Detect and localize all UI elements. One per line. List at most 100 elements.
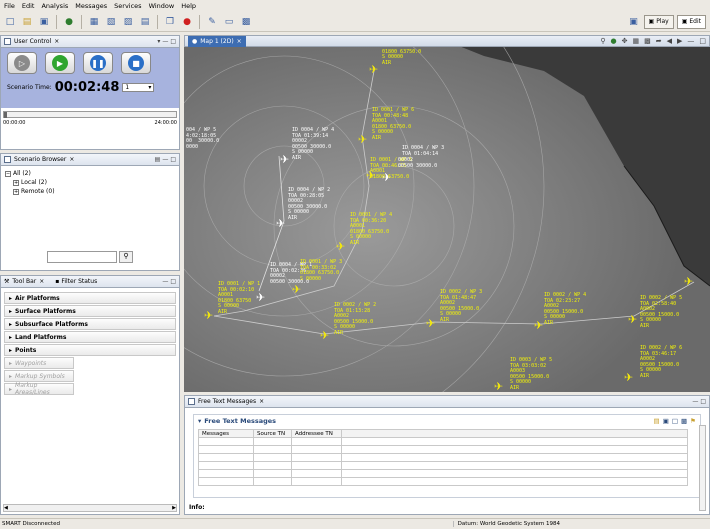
back-icon[interactable]: ◀ xyxy=(667,37,672,45)
close-icon[interactable]: × xyxy=(39,278,44,285)
table-row[interactable] xyxy=(198,477,688,486)
close-icon[interactable]: × xyxy=(259,398,264,405)
stop-button[interactable]: ■ xyxy=(121,52,151,74)
filter-status-tab[interactable]: ▪ Filter Status xyxy=(55,278,97,285)
toolbar-tab[interactable]: ⚒ Tool Bar × xyxy=(4,278,44,285)
menu-edit[interactable]: Edit xyxy=(22,2,35,10)
play-perspective-button[interactable]: ▣ Play xyxy=(643,14,674,29)
palette-subsurface-platforms[interactable]: ▸ Subsurface Platforms xyxy=(4,318,176,330)
aircraft-icon[interactable]: ✈ xyxy=(336,241,345,252)
open-perspective-icon[interactable]: ▣ xyxy=(627,15,641,29)
close-icon[interactable]: × xyxy=(54,38,59,45)
zoom-icon[interactable]: ⚲ xyxy=(600,37,605,45)
minimize-icon[interactable]: — xyxy=(162,156,168,163)
maximize-icon[interactable]: □ xyxy=(170,156,176,163)
minimize-icon[interactable]: — xyxy=(687,37,694,45)
flag-icon[interactable]: ⚑ xyxy=(690,417,696,425)
search-button[interactable]: ⚲ xyxy=(119,251,133,263)
horizontal-scrollbar[interactable]: ◀ ▶ xyxy=(3,504,177,512)
scroll-right-icon[interactable]: ▶ xyxy=(172,505,176,511)
vertical-scrollbar[interactable] xyxy=(699,425,706,511)
new-message-icon[interactable]: □ xyxy=(672,417,678,425)
menu-help[interactable]: Help xyxy=(181,2,196,10)
view-menu-icon[interactable]: ▾ xyxy=(157,38,160,45)
play-button[interactable]: ▶ xyxy=(45,52,75,74)
grid-icon[interactable]: ▦ xyxy=(87,15,101,29)
maximize-icon[interactable]: □ xyxy=(170,278,176,285)
pause-button[interactable]: ❚❚ xyxy=(83,52,113,74)
table-row[interactable] xyxy=(198,461,688,470)
maximize-icon[interactable]: □ xyxy=(700,398,706,405)
palette-land-platforms[interactable]: ▸ Land Platforms xyxy=(4,331,176,343)
record-icon[interactable]: ● xyxy=(180,15,194,29)
aircraft-icon[interactable]: ✈ xyxy=(534,320,543,331)
messages-tab[interactable]: Free Text Messages × — □ xyxy=(185,396,709,408)
menu-services[interactable]: Services xyxy=(114,2,141,10)
map-canvas[interactable]: ✈ ✈ ✈ ✈ ✈ ✈ ✈ ✈ ✈ ✈ ✈ ✈ ✈ ✈ ✈ ✈ ✈ A0001 … xyxy=(184,36,710,392)
rewind-button[interactable]: ▷ xyxy=(7,52,37,74)
save-icon[interactable]: ▣ xyxy=(37,15,51,29)
palette-air-platforms[interactable]: ▸ Air Platforms xyxy=(4,292,176,304)
speed-select[interactable]: 1 ▾ xyxy=(122,83,155,92)
save-icon[interactable]: ▣ xyxy=(663,417,669,425)
minimize-icon[interactable]: — xyxy=(162,278,168,285)
layers-icon[interactable]: ▨ xyxy=(121,15,135,29)
aircraft-icon[interactable]: ✈ xyxy=(624,372,633,383)
column-header[interactable]: Messages xyxy=(198,429,254,438)
new-file-icon[interactable]: □ xyxy=(3,15,17,29)
maximize-icon[interactable]: □ xyxy=(170,38,176,45)
aircraft-icon[interactable]: ✈ xyxy=(280,154,289,165)
expand-icon[interactable]: + xyxy=(13,179,19,186)
menu-window[interactable]: Window xyxy=(149,2,175,10)
menu-messages[interactable]: Messages xyxy=(75,2,107,10)
scroll-left-icon[interactable]: ◀ xyxy=(4,505,8,511)
aircraft-icon[interactable]: ✈ xyxy=(684,276,693,287)
palette-points[interactable]: ▸ Points xyxy=(4,344,176,356)
layers-icon[interactable]: ▦ xyxy=(632,37,639,45)
tree-item-remote[interactable]: + Remote (0) xyxy=(5,187,175,196)
collapse-icon[interactable]: − xyxy=(5,170,11,177)
collapse-all-icon[interactable]: ▤ xyxy=(155,156,161,163)
aircraft-icon[interactable]: ✈ xyxy=(369,64,378,75)
pan-icon[interactable]: ✥ xyxy=(622,37,628,45)
layout-icon[interactable]: ▧ xyxy=(104,15,118,29)
close-icon[interactable]: × xyxy=(237,38,242,45)
aircraft-icon[interactable]: ✈ xyxy=(292,284,301,295)
table-row[interactable] xyxy=(198,453,688,462)
globe-tool-icon[interactable]: ● xyxy=(610,37,616,45)
tree-item-all[interactable]: − All (2) xyxy=(5,169,175,178)
forward-icon[interactable]: ▶ xyxy=(677,37,682,45)
column-header[interactable]: Source TN xyxy=(253,429,292,438)
table-icon[interactable]: ▤ xyxy=(138,15,152,29)
open-folder-icon[interactable]: ▤ xyxy=(20,15,34,29)
expand-icon[interactable]: + xyxy=(13,188,19,195)
table-row[interactable] xyxy=(198,445,688,454)
search-input[interactable] xyxy=(47,251,117,263)
menu-file[interactable]: File xyxy=(4,2,15,10)
open-folder-icon[interactable]: ▤ xyxy=(654,417,660,425)
delete-icon[interactable]: ▩ xyxy=(681,417,687,425)
messages-section-header[interactable]: ▾ Free Text Messages ▤ ▣ □ ▩ ⚑ xyxy=(194,415,700,427)
map-tab[interactable]: ● Map 1 (2D) × xyxy=(188,35,246,47)
select-arrow-icon[interactable]: ➦ xyxy=(656,37,662,45)
aircraft-icon[interactable]: ✈ xyxy=(276,218,285,229)
tools-icon[interactable]: ✎ xyxy=(205,15,219,29)
aircraft-icon[interactable]: ✈ xyxy=(494,381,503,392)
copy-icon[interactable]: ❐ xyxy=(163,15,177,29)
aircraft-icon[interactable]: ✈ xyxy=(358,134,367,145)
palette-surface-platforms[interactable]: ▸ Surface Platforms xyxy=(4,305,176,317)
tree-item-local[interactable]: + Local (2) xyxy=(5,178,175,187)
close-icon[interactable]: × xyxy=(69,156,74,163)
scenario-browser-tab[interactable]: Scenario Browser × ▤ — □ xyxy=(1,154,179,166)
edit-perspective-button[interactable]: ▣ Edit xyxy=(676,14,706,29)
aircraft-icon[interactable]: ✈ xyxy=(628,314,637,325)
window-icon[interactable]: ▩ xyxy=(239,15,253,29)
minimize-icon[interactable]: — xyxy=(162,38,168,45)
menu-analysis[interactable]: Analysis xyxy=(41,2,68,10)
maximize-icon[interactable]: □ xyxy=(699,37,706,45)
table-row[interactable] xyxy=(198,469,688,478)
aircraft-icon[interactable]: ✈ xyxy=(426,318,435,329)
aircraft-icon[interactable]: ✈ xyxy=(204,310,213,321)
table-row[interactable] xyxy=(198,437,688,446)
timeline-slider[interactable] xyxy=(3,111,177,118)
